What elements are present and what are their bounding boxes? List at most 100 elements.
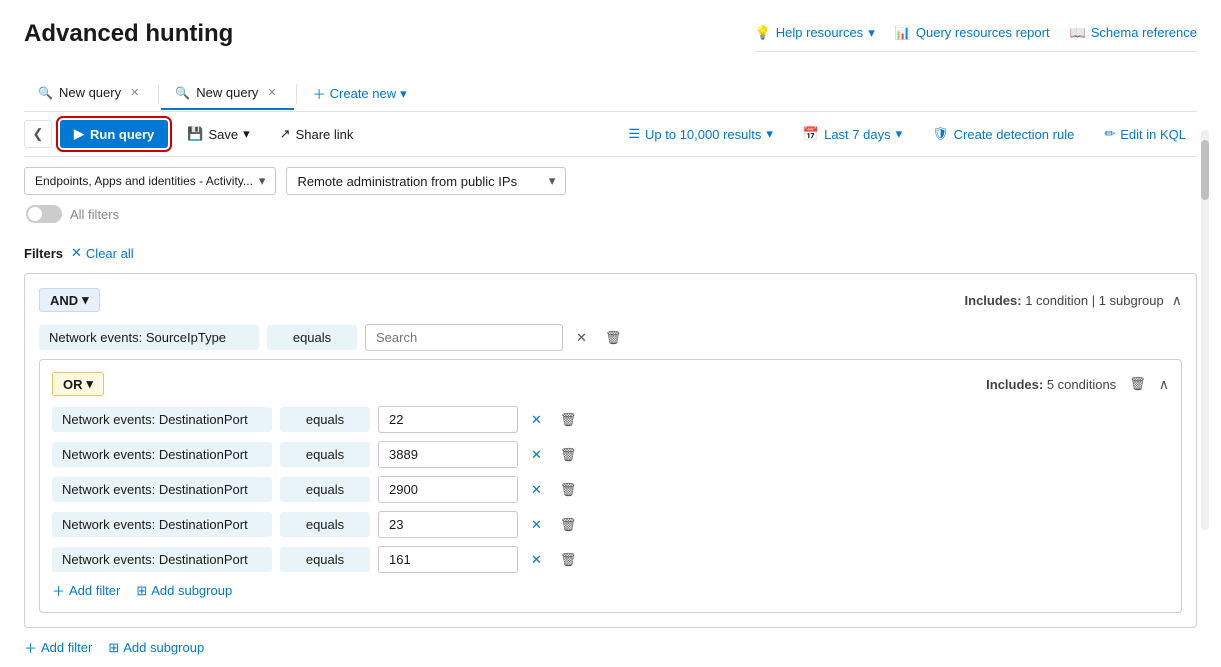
scrollbar-thumb bbox=[1201, 140, 1209, 200]
clear-value-btn-2[interactable]: ✕ bbox=[526, 479, 547, 501]
edit-kql-btn[interactable]: ✏ Edit in KQL bbox=[1093, 120, 1197, 148]
scrollbar[interactable] bbox=[1201, 130, 1209, 530]
results-limit-btn[interactable]: ☰ Up to 10,000 results ▾ bbox=[617, 120, 784, 148]
dest-port-field-2: Network events: DestinationPort bbox=[52, 477, 272, 502]
dest-port-value-0: 22 bbox=[378, 406, 518, 433]
or-operator-btn[interactable]: OR ▾ bbox=[52, 372, 104, 396]
create-detection-btn[interactable]: 🛡 Create detection rule bbox=[921, 120, 1085, 148]
delete-row-btn-1[interactable]: 🗑 bbox=[555, 444, 582, 466]
all-filters-label: All filters bbox=[70, 207, 119, 222]
sidebar-collapse-btn[interactable]: ❮ bbox=[24, 120, 52, 148]
dest-port-field-0: Network events: DestinationPort bbox=[52, 407, 272, 432]
and-operator-btn[interactable]: AND ▾ bbox=[39, 288, 100, 312]
help-resources-btn[interactable]: 💡 Help resources ▾ bbox=[755, 25, 875, 41]
collapse-icon[interactable]: ∧ bbox=[1172, 292, 1182, 309]
filters-section: Filters ✕ Clear all AND ▾ Includes: 1 co… bbox=[24, 235, 1197, 667]
chevron-down-icon: ▾ bbox=[766, 126, 773, 142]
chevron-down-icon: ▾ bbox=[896, 126, 903, 142]
subgroup-row-3: Network events: DestinationPort equals 2… bbox=[52, 511, 1169, 538]
subgroup-delete-btn[interactable]: 🗑 bbox=[1124, 373, 1151, 395]
dest-port-op-3: equals bbox=[280, 512, 370, 537]
dest-port-op-2: equals bbox=[280, 477, 370, 502]
source-ip-value-input[interactable] bbox=[365, 324, 563, 351]
tab-icon-1: 🔍 bbox=[38, 86, 53, 100]
edit-icon: ✏ bbox=[1104, 126, 1115, 142]
tab-close-1[interactable]: ✕ bbox=[127, 85, 142, 100]
filters-header: Filters ✕ Clear all bbox=[24, 245, 1197, 261]
subgroup-add-row: ＋ Add filter ⊞ Add subgroup bbox=[52, 581, 1169, 600]
query-resources-btn[interactable]: 📊 Query resources report bbox=[895, 25, 1050, 41]
dest-port-value-1: 3889 bbox=[378, 441, 518, 468]
chevron-down-icon: ▾ bbox=[87, 376, 94, 392]
list-icon: ☰ bbox=[628, 126, 640, 142]
add-subgroup-btn-inner[interactable]: ⊞ Add subgroup bbox=[136, 583, 232, 599]
all-filters-toggle[interactable] bbox=[26, 205, 62, 223]
subgroup-row-0: Network events: DestinationPort equals 2… bbox=[52, 406, 1169, 433]
subgroup-row-4: Network events: DestinationPort equals 1… bbox=[52, 546, 1169, 573]
chevron-down-icon: ▾ bbox=[400, 86, 407, 102]
clear-value-btn-3[interactable]: ✕ bbox=[526, 514, 547, 536]
dest-port-field-4: Network events: DestinationPort bbox=[52, 547, 272, 572]
add-filter-btn-inner[interactable]: ＋ Add filter bbox=[52, 581, 120, 600]
tab-label-1: New query bbox=[59, 85, 121, 100]
tab-close-2[interactable]: ✕ bbox=[264, 85, 279, 100]
clear-value-btn-1[interactable]: ✕ bbox=[526, 444, 547, 466]
dest-port-value-2: 2900 bbox=[378, 476, 518, 503]
subgroup-includes-label: Includes: 5 conditions 🗑 ∧ bbox=[986, 373, 1169, 395]
create-new-tab-btn[interactable]: ＋ Create new ▾ bbox=[299, 76, 421, 111]
share-link-btn[interactable]: ↗ Share link bbox=[269, 120, 365, 148]
tab-new-query-2[interactable]: 🔍 New query ✕ bbox=[161, 77, 293, 110]
source-ip-filter-row: Network events: SourceIpType equals ✕ 🗑 bbox=[39, 324, 1182, 351]
clear-value-btn-0[interactable]: ✕ bbox=[526, 409, 547, 431]
filter-group-header: AND ▾ Includes: 1 condition | 1 subgroup… bbox=[39, 288, 1182, 312]
bottom-add-subgroup-btn[interactable]: ⊞ Add subgroup bbox=[108, 640, 204, 656]
tab-icon-2: 🔍 bbox=[175, 86, 190, 100]
subgroup-row-2: Network events: DestinationPort equals 2… bbox=[52, 476, 1169, 503]
includes-label: Includes: 1 condition | 1 subgroup ∧ bbox=[965, 292, 1182, 309]
clear-value-btn[interactable]: ✕ bbox=[571, 327, 592, 349]
subgroup-row-1: Network events: DestinationPort equals 3… bbox=[52, 441, 1169, 468]
remote-admin-dropdown[interactable]: Remote administration from public IPs ▾ bbox=[286, 167, 566, 195]
delete-row-btn-4[interactable]: 🗑 bbox=[555, 549, 582, 571]
schema-reference-btn[interactable]: 📖 Schema reference bbox=[1070, 25, 1197, 41]
endpoint-dropdown-label: Endpoints, Apps and identities - Activit… bbox=[35, 174, 253, 188]
filter-bar: Endpoints, Apps and identities - Activit… bbox=[24, 157, 1197, 205]
chevron-down-icon: ▾ bbox=[259, 173, 266, 189]
calendar-icon: 📅 bbox=[803, 126, 819, 142]
dest-port-op-1: equals bbox=[280, 442, 370, 467]
source-ip-op: equals bbox=[267, 325, 357, 350]
lightbulb-icon: 💡 bbox=[755, 25, 771, 41]
tabs-bar: 🔍 New query ✕ 🔍 New query ✕ ＋ Create new… bbox=[24, 76, 1197, 112]
clear-all-btn[interactable]: ✕ Clear all bbox=[71, 245, 134, 261]
time-range-btn[interactable]: 📅 Last 7 days ▾ bbox=[792, 120, 913, 148]
or-label: OR bbox=[63, 377, 83, 392]
create-new-label: Create new bbox=[330, 86, 396, 101]
dest-port-op-4: equals bbox=[280, 547, 370, 572]
page-title: Advanced hunting bbox=[24, 20, 233, 48]
delete-row-btn-3[interactable]: 🗑 bbox=[555, 514, 582, 536]
or-subgroup: OR ▾ Includes: 5 conditions 🗑 ∧ Network … bbox=[39, 359, 1182, 613]
delete-row-btn-2[interactable]: 🗑 bbox=[555, 479, 582, 501]
dest-port-value-4: 161 bbox=[378, 546, 518, 573]
plus-icon: ＋ bbox=[24, 638, 37, 657]
subgroup-collapse-btn[interactable]: ∧ bbox=[1159, 376, 1169, 393]
run-query-button[interactable]: ▶ Run query bbox=[60, 120, 168, 148]
clear-value-btn-4[interactable]: ✕ bbox=[526, 549, 547, 571]
bottom-add-row: ＋ Add filter ⊞ Add subgroup bbox=[24, 638, 1197, 657]
play-icon: ▶ bbox=[74, 126, 84, 142]
bottom-add-filter-btn[interactable]: ＋ Add filter bbox=[24, 638, 92, 657]
tab-label-2: New query bbox=[196, 85, 258, 100]
save-btn[interactable]: 💾 Save ▾ bbox=[176, 120, 260, 148]
chart-icon: 📊 bbox=[895, 25, 911, 41]
plus-icon: ＋ bbox=[52, 581, 65, 600]
delete-row-btn-0[interactable]: 🗑 bbox=[555, 409, 582, 431]
source-ip-field: Network events: SourceIpType bbox=[39, 325, 259, 350]
delete-row-btn[interactable]: 🗑 bbox=[600, 327, 627, 349]
toolbar: ❮ ▶ Run query 💾 Save ▾ ↗ Share link ☰ Up… bbox=[24, 112, 1197, 157]
dest-port-op-0: equals bbox=[280, 407, 370, 432]
subgroup-header: OR ▾ Includes: 5 conditions 🗑 ∧ bbox=[52, 372, 1169, 396]
tab-new-query-1[interactable]: 🔍 New query ✕ bbox=[24, 77, 156, 110]
endpoint-dropdown[interactable]: Endpoints, Apps and identities - Activit… bbox=[24, 167, 276, 195]
subgroup-icon: ⊞ bbox=[108, 640, 119, 656]
book-icon: 📖 bbox=[1070, 25, 1086, 41]
